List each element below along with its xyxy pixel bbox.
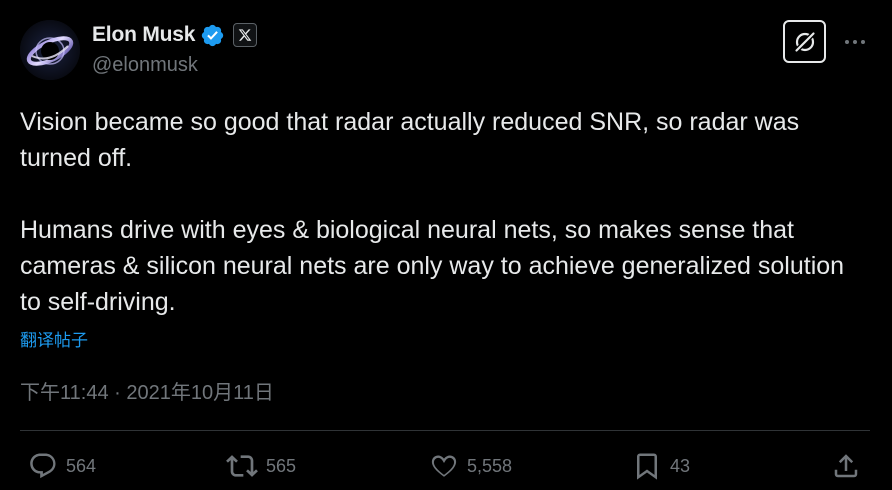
- repost-icon: [226, 455, 258, 477]
- reply-button[interactable]: 564: [28, 446, 96, 486]
- bookmark-count: 43: [670, 455, 691, 476]
- grok-icon: [793, 30, 816, 53]
- divider: [20, 430, 870, 431]
- translate-post-link[interactable]: 翻译帖子: [20, 326, 88, 351]
- x-affiliation-icon[interactable]: [233, 23, 258, 47]
- like-button[interactable]: 5,558: [429, 446, 512, 486]
- tweet-text: Vision became so good that radar actuall…: [20, 104, 870, 320]
- author-handle[interactable]: @elonmusk: [92, 54, 198, 77]
- bookmark-button[interactable]: 43: [632, 446, 690, 486]
- avatar-image: [20, 20, 80, 80]
- grok-button[interactable]: [783, 20, 826, 63]
- like-icon: [431, 455, 457, 477]
- bookmark-icon: [637, 453, 657, 480]
- author-name-row: Elon Musk: [92, 22, 258, 48]
- author-display-name[interactable]: Elon Musk: [92, 23, 195, 47]
- avatar[interactable]: [20, 20, 80, 80]
- more-options-button[interactable]: [840, 29, 870, 55]
- action-bar: 564 565 5,558 43: [0, 446, 892, 486]
- like-count: 5,558: [467, 455, 513, 476]
- repost-button[interactable]: 565: [226, 446, 296, 486]
- share-icon: [834, 454, 858, 478]
- verified-badge-icon[interactable]: [200, 23, 225, 48]
- more-icon: [845, 40, 865, 44]
- tweet-paragraph: Humans drive with eyes & biological neur…: [20, 216, 845, 316]
- repost-count: 565: [266, 455, 297, 476]
- tweet-paragraph: Vision became so good that radar actuall…: [20, 108, 800, 172]
- share-button[interactable]: [831, 446, 861, 486]
- tweet-card: Elon Musk @elonmusk Vision became so goo…: [0, 0, 892, 490]
- reply-icon: [30, 453, 56, 479]
- post-timestamp[interactable]: 下午11:44 · 2021年10月11日: [20, 376, 274, 405]
- reply-count: 564: [66, 455, 97, 476]
